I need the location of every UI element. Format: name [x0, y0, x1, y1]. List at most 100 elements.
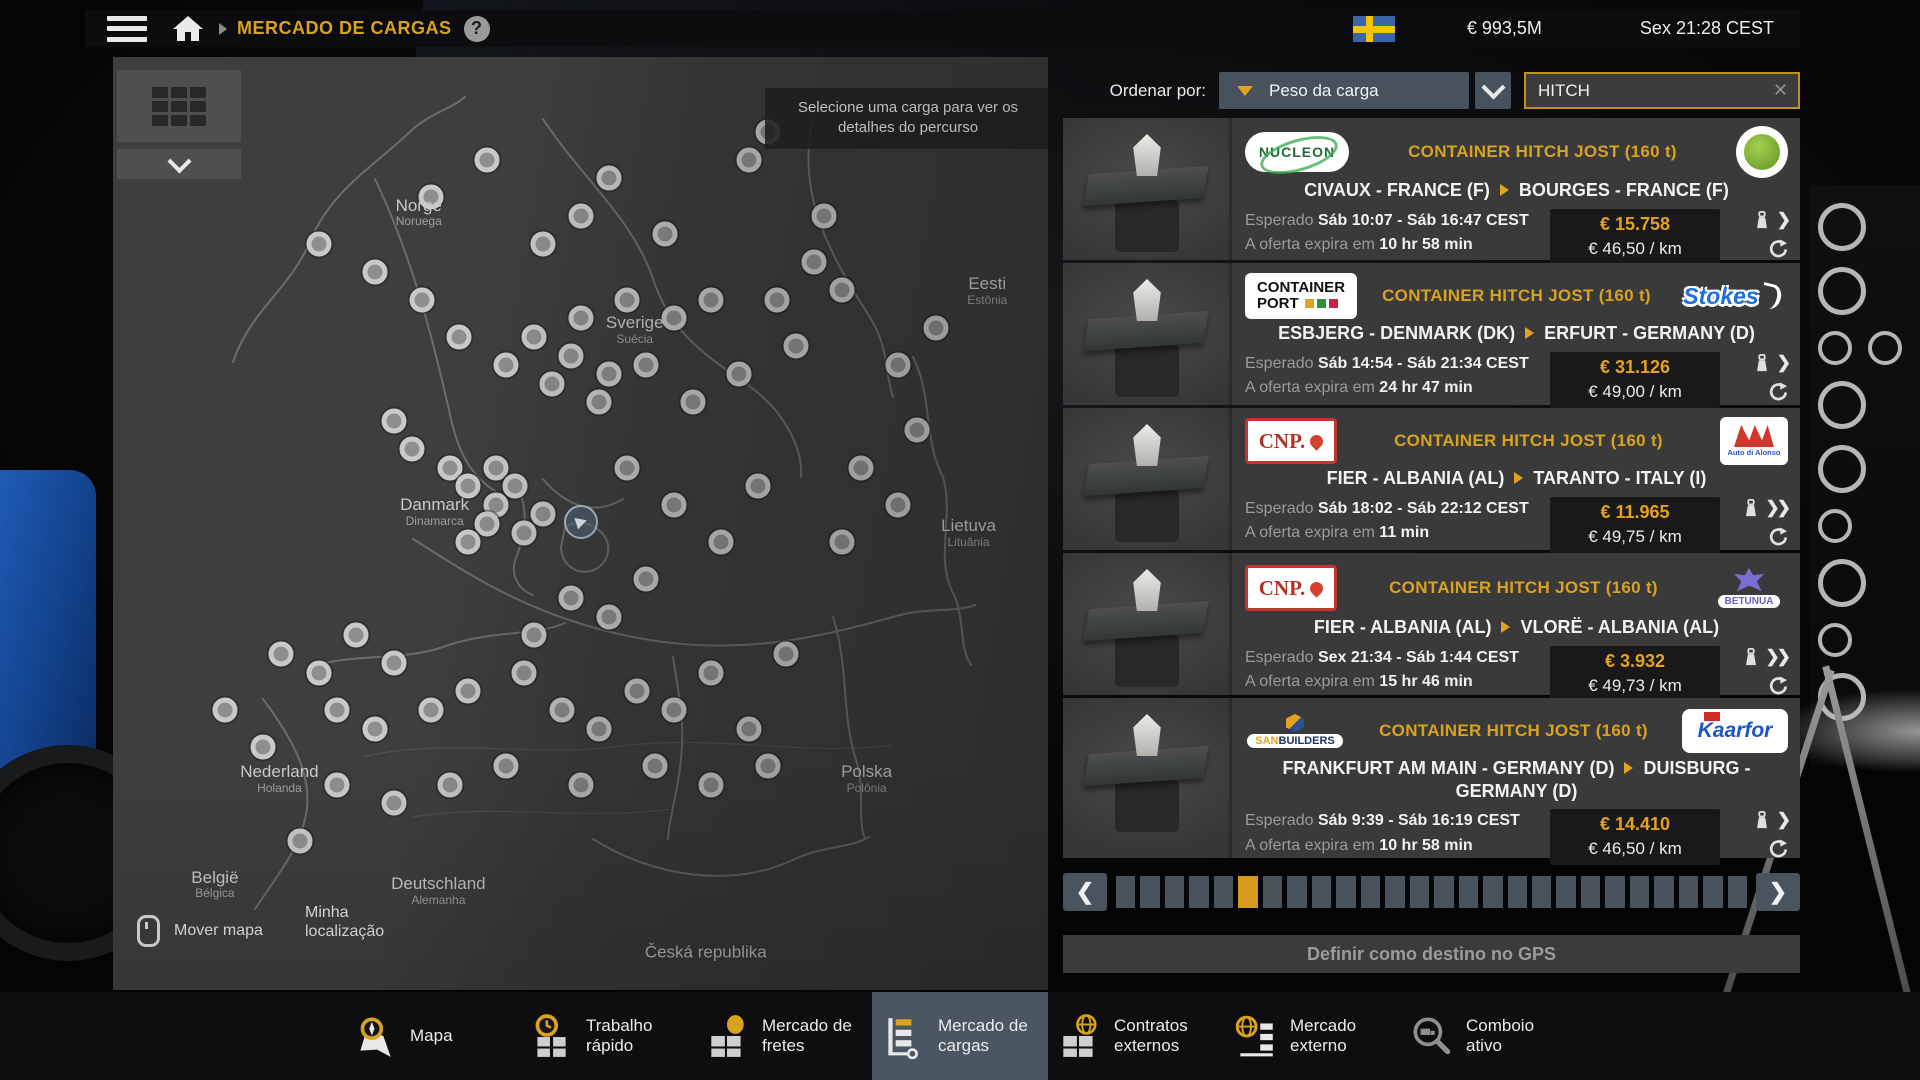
cargo-map-marker[interactable]	[830, 278, 855, 303]
clear-search-icon[interactable]: ✕	[1773, 80, 1788, 101]
cargo-map-marker[interactable]	[587, 390, 612, 415]
cargo-map-marker[interactable]	[418, 184, 443, 209]
page-block[interactable]	[1165, 876, 1184, 908]
nav-item-active-convoy[interactable]: Comboio ativo	[1400, 992, 1576, 1080]
cargo-map-marker[interactable]	[905, 418, 930, 443]
trailer-view-button[interactable]	[117, 70, 241, 142]
page-block[interactable]	[1263, 876, 1282, 908]
cargo-map-marker[interactable]	[475, 147, 500, 172]
cargo-offer-card[interactable]: SANBUILDERS CONTAINER HITCH JOST (160 t)…	[1063, 698, 1800, 858]
page-block[interactable]	[1581, 876, 1600, 908]
cargo-map-marker[interactable]	[699, 660, 724, 685]
cargo-map-marker[interactable]	[886, 492, 911, 517]
page-block[interactable]	[1508, 876, 1527, 908]
cargo-map-marker[interactable]	[633, 567, 658, 592]
cargo-map-marker[interactable]	[521, 623, 546, 648]
cargo-map-marker[interactable]	[484, 455, 509, 480]
search-input[interactable]: HITCH	[1538, 81, 1773, 101]
cargo-offer-card[interactable]: NUCLEON CONTAINER HITCH JOST (160 t) CIV…	[1063, 118, 1800, 260]
cargo-map-marker[interactable]	[568, 772, 593, 797]
cargo-map-marker[interactable]	[568, 306, 593, 331]
cargo-map-marker[interactable]	[615, 287, 640, 312]
cargo-map-marker[interactable]	[662, 698, 687, 723]
cargo-map-marker[interactable]	[400, 436, 425, 461]
cargo-map-marker[interactable]	[306, 231, 331, 256]
cargo-map-marker[interactable]	[559, 586, 584, 611]
my-location-label[interactable]: Minha localização	[305, 903, 425, 941]
page-block[interactable]	[1532, 876, 1551, 908]
cargo-map-marker[interactable]	[362, 259, 387, 284]
help-icon[interactable]: ?	[464, 16, 490, 42]
cargo-map-marker[interactable]	[699, 772, 724, 797]
cargo-map-marker[interactable]	[446, 324, 471, 349]
page-block[interactable]	[1434, 876, 1453, 908]
page-block[interactable]	[1336, 876, 1355, 908]
cargo-map-marker[interactable]	[456, 679, 481, 704]
cargo-map-marker[interactable]	[531, 231, 556, 256]
cargo-map-marker[interactable]	[549, 698, 574, 723]
cargo-map-marker[interactable]	[886, 352, 911, 377]
cargo-map-marker[interactable]	[325, 772, 350, 797]
cargo-map-marker[interactable]	[923, 315, 948, 340]
cargo-map-marker[interactable]	[727, 362, 752, 387]
cargo-map-marker[interactable]	[783, 334, 808, 359]
collapse-button[interactable]	[117, 149, 241, 179]
cargo-offer-card[interactable]: CNP. CONTAINER HITCH JOST (160 t) BETUNU…	[1063, 553, 1800, 695]
page-block[interactable]	[1459, 876, 1478, 908]
cargo-map-marker[interactable]	[559, 343, 584, 368]
page-block[interactable]	[1605, 876, 1624, 908]
cargo-map-marker[interactable]	[596, 362, 621, 387]
page-prev-button[interactable]: ❮	[1063, 873, 1107, 911]
cargo-map-marker[interactable]	[456, 530, 481, 555]
page-next-button[interactable]: ❯	[1756, 873, 1800, 911]
cargo-map-marker[interactable]	[381, 791, 406, 816]
cargo-map-marker[interactable]	[493, 754, 518, 779]
page-block[interactable]	[1140, 876, 1159, 908]
nav-item-map[interactable]: Mapa	[344, 992, 520, 1080]
cargo-map-marker[interactable]	[830, 530, 855, 555]
cargo-map-marker[interactable]	[521, 324, 546, 349]
cargo-offer-card[interactable]: CONTAINERPORT CONTAINER HITCH JOST (160 …	[1063, 263, 1800, 405]
page-block[interactable]	[1654, 876, 1673, 908]
cargo-map-marker[interactable]	[746, 474, 771, 499]
cargo-map-marker[interactable]	[624, 679, 649, 704]
page-block[interactable]	[1728, 876, 1747, 908]
cargo-map-marker[interactable]	[662, 492, 687, 517]
sort-direction-button[interactable]	[1475, 72, 1511, 109]
page-block[interactable]	[1238, 876, 1257, 908]
cargo-map-marker[interactable]	[540, 371, 565, 396]
cargo-map-marker[interactable]	[269, 642, 294, 667]
set-gps-destination-button[interactable]: Definir como destino no GPS	[1063, 935, 1800, 973]
cargo-map-marker[interactable]	[596, 604, 621, 629]
cargo-map-marker[interactable]	[736, 716, 761, 741]
page-block[interactable]	[1116, 876, 1135, 908]
nav-item-freight-market[interactable]: Mercado de fretes	[696, 992, 872, 1080]
menu-icon[interactable]	[107, 16, 147, 42]
page-block[interactable]	[1630, 876, 1649, 908]
page-block[interactable]	[1483, 876, 1502, 908]
cargo-map-marker[interactable]	[381, 408, 406, 433]
cargo-map-marker[interactable]	[736, 147, 761, 172]
cargo-map-marker[interactable]	[774, 642, 799, 667]
cargo-map-marker[interactable]	[764, 287, 789, 312]
cargo-map-marker[interactable]	[475, 511, 500, 536]
page-block[interactable]	[1385, 876, 1404, 908]
cargo-map-marker[interactable]	[418, 698, 443, 723]
nav-item-cargo-market[interactable]: Mercado de cargas	[872, 992, 1048, 1080]
cargo-map-marker[interactable]	[503, 474, 528, 499]
cargo-map-marker[interactable]	[680, 390, 705, 415]
cargo-map-marker[interactable]	[802, 250, 827, 275]
cargo-map-marker[interactable]	[587, 716, 612, 741]
cargo-map-marker[interactable]	[493, 352, 518, 377]
page-block[interactable]	[1287, 876, 1306, 908]
page-block[interactable]	[1556, 876, 1575, 908]
cargo-map-marker[interactable]	[652, 222, 677, 247]
cargo-map-marker[interactable]	[643, 754, 668, 779]
page-block[interactable]	[1679, 876, 1698, 908]
cargo-map-marker[interactable]	[250, 735, 275, 760]
page-block[interactable]	[1214, 876, 1233, 908]
cargo-map-marker[interactable]	[362, 716, 387, 741]
cargo-map-marker[interactable]	[849, 455, 874, 480]
page-block[interactable]	[1703, 876, 1722, 908]
cargo-offer-card[interactable]: CNP. CONTAINER HITCH JOST (160 t) Auto d…	[1063, 408, 1800, 550]
